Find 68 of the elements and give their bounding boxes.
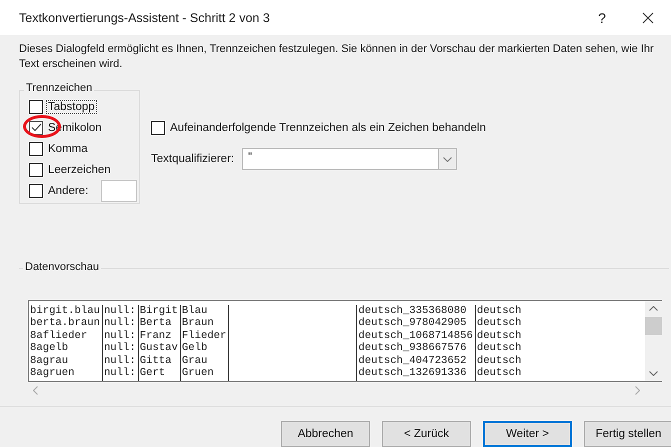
table-cell-text: Gruen (182, 367, 215, 380)
table-cell-text: deutsch_132691336 (358, 367, 468, 380)
table-cell-text: deutsch_335368080 (358, 305, 468, 317)
table-cell-text: Gitta (140, 354, 173, 368)
window-title: Textkonvertierungs-Assistent - Schritt 2 von 3 (19, 10, 270, 24)
checkbox-label[interactable]: Aufeinanderfolgende Trennzeichen als ein Zeichen behandeln (168, 120, 488, 134)
table-cell-text: deutsch_938667576 (358, 342, 468, 355)
chevron-up-icon (649, 306, 658, 311)
group-title: Trennzeichen (24, 82, 94, 94)
table-cell-text: null: (104, 305, 136, 317)
table-cell-text: birgit.blau (30, 305, 100, 317)
table-cell-text: deutsch (476, 354, 522, 367)
close-button[interactable] (641, 10, 655, 24)
dialog-button[interactable]: Fertig stellen (584, 421, 671, 447)
table-cell-text: Flieder (182, 330, 226, 342)
checkbox-label[interactable]: Tabstopp (46, 100, 97, 114)
checkbox[interactable] (29, 142, 43, 156)
table-cell: deutsch (476, 367, 522, 380)
table-cell-text: deutsch_404723652 (358, 354, 468, 367)
close-icon (642, 12, 654, 24)
table-cell: deutsch (476, 342, 522, 355)
table-cell-text: Gelb (182, 342, 208, 355)
chevron-left-icon (33, 386, 38, 395)
checkmark-icon (30, 123, 42, 132)
table-cell-text: Berta (140, 317, 173, 330)
table-cell-text: Blau (182, 305, 208, 318)
field-label: Textqualifizierer: (151, 153, 234, 165)
table-cell-text: deutsch (476, 330, 522, 342)
checkbox-label[interactable]: Komma (46, 142, 90, 156)
table-cell: null: (104, 367, 136, 380)
table-cell-text: null: (104, 330, 136, 342)
chevron-down-icon (443, 156, 452, 162)
table-cell-text: 8agelb (30, 342, 70, 355)
checkbox[interactable] (29, 100, 43, 114)
table-cell-text: 8agruen (30, 367, 76, 380)
table-cell-text: Franz (140, 330, 173, 342)
table-cell: Gustav (140, 342, 178, 355)
table-cell-text: null: (104, 354, 136, 367)
dropdown[interactable]: " (242, 148, 458, 170)
table-cell-text: deutsch_1068714856 (358, 330, 473, 342)
checkbox[interactable] (29, 162, 43, 176)
dialog-button[interactable]: Abbrechen (281, 421, 370, 447)
table-cell: null: (104, 317, 136, 330)
dialog-button[interactable]: Weiter > (483, 421, 572, 447)
help-button[interactable]: ? (593, 6, 611, 28)
table-cell-text: deutsch_978042905 (358, 317, 468, 330)
table-cell-text: Gert (140, 367, 166, 380)
scrollbar-thumb[interactable] (645, 317, 662, 335)
description-text: Dieses Dialogfeld ermöglicht es Ihnen, Trennzeichen festzulegen. Sie können in der Vorschau der markierten Daten sehen, wie Ihr Text erscheinen wird. (18, 42, 655, 72)
table-cell-text: 8aflieder (30, 330, 88, 342)
chevron-right-icon (635, 386, 640, 395)
checkbox[interactable] (151, 120, 165, 134)
input-field[interactable] (101, 180, 138, 202)
table-cell: null: (104, 342, 136, 355)
table-cell-text: 8agrau (30, 354, 70, 368)
table-cell: Birgit (140, 305, 178, 318)
checkbox-label[interactable]: Andere: (46, 184, 90, 198)
table-cell: berta.braun (30, 317, 100, 330)
chevron-down-icon (649, 371, 658, 376)
table-cell: deutsch (476, 317, 522, 330)
dialog-button[interactable]: < Zurück (382, 421, 471, 447)
checkbox[interactable] (29, 120, 43, 134)
checkbox[interactable] (29, 184, 43, 198)
table-cell-text: deutsch (476, 305, 522, 317)
group-title: Datenvorschau (23, 261, 101, 273)
table-cell-text: Braun (182, 317, 215, 330)
checkbox-label[interactable]: Leerzeichen (46, 162, 113, 176)
table-cell-text: Grau (182, 354, 208, 368)
